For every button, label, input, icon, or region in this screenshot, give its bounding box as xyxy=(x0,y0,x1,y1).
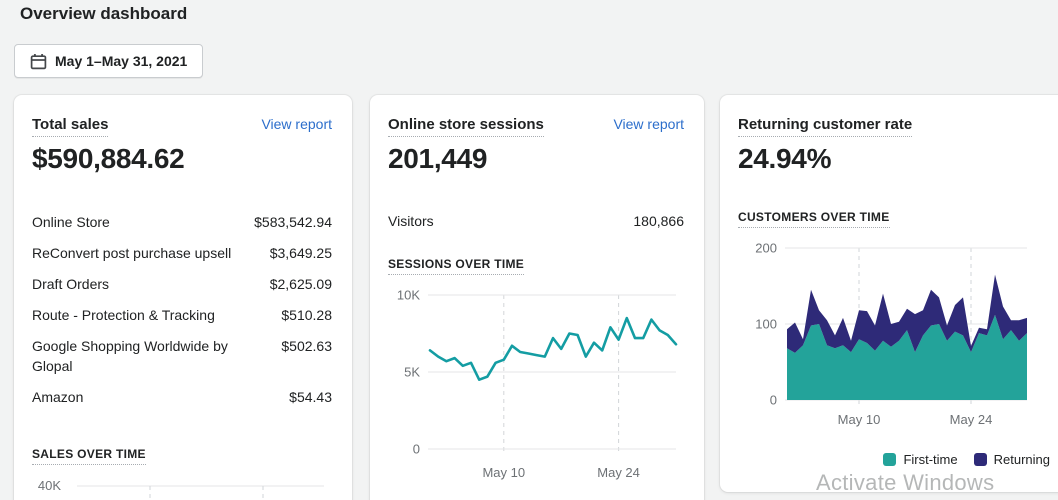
overview-dashboard-screen: Overview dashboard May 1–May 31, 2021 To… xyxy=(0,0,1058,500)
card-header: Total sales View report xyxy=(32,116,332,137)
sales-channel-row: Draft Orders $2,625.09 xyxy=(32,274,332,294)
online-store-sessions-card: Online store sessions View report 201,44… xyxy=(370,95,704,500)
legend-item-first-time: First-time xyxy=(883,452,958,467)
row-value: $3,649.25 xyxy=(269,245,332,261)
total-sales-card: Total sales View report $590,884.62 Onli… xyxy=(14,95,352,500)
total-sales-value: $590,884.62 xyxy=(32,143,185,174)
chart-legend: First-time Returning xyxy=(883,452,1050,467)
calendar-icon xyxy=(30,53,47,70)
svg-text:10K: 10K xyxy=(397,288,420,303)
online-store-sessions-value: 201,449 xyxy=(388,143,488,174)
svg-text:May 10: May 10 xyxy=(482,465,525,480)
row-value: 180,866 xyxy=(633,213,684,229)
online-store-sessions-title[interactable]: Online store sessions xyxy=(388,116,544,137)
row-label: Route - Protection & Tracking xyxy=(32,307,215,323)
sessions-view-report-link[interactable]: View report xyxy=(613,116,684,132)
total-sales-view-report-link[interactable]: View report xyxy=(261,116,332,132)
sales-channel-row: ReConvert post purchase upsell $3,649.25 xyxy=(32,243,332,263)
page-title: Overview dashboard xyxy=(20,4,188,23)
row-label: Visitors xyxy=(388,213,434,229)
svg-text:May 24: May 24 xyxy=(597,465,640,480)
row-value: $583,542.94 xyxy=(254,214,332,230)
svg-text:100: 100 xyxy=(755,317,777,332)
legend-item-returning: Returning xyxy=(973,452,1050,467)
svg-text:May 10: May 10 xyxy=(838,412,881,427)
sales-channel-row: Online Store $583,542.94 xyxy=(32,212,332,232)
row-label: Google Shopping Worldwide by Glopal xyxy=(32,338,228,374)
sessions-stats-list: Visitors 180,866 xyxy=(388,211,684,242)
row-label: Amazon xyxy=(32,389,84,405)
svg-text:0: 0 xyxy=(770,393,777,408)
activate-windows-watermark: Activate Windows xyxy=(816,470,995,495)
returning-customer-rate-card: Returning customer rate 24.94% CUSTOMERS… xyxy=(720,95,1058,492)
returning-customer-rate-value: 24.94% xyxy=(738,143,832,174)
visitors-row: Visitors 180,866 xyxy=(388,211,684,231)
row-value: $54.43 xyxy=(289,389,332,405)
legend-label: Returning xyxy=(993,452,1050,467)
card-header: Online store sessions View report xyxy=(388,116,684,137)
sales-channel-row: Route - Protection & Tracking $510.28 xyxy=(32,305,332,325)
legend-label: First-time xyxy=(903,452,958,467)
sales-channel-row: Google Shopping Worldwide by Glopal $502.… xyxy=(32,336,332,376)
customers-over-time-chart[interactable]: May 10 May 24 0 100 200 xyxy=(734,238,1044,434)
date-range-label: May 1–May 31, 2021 xyxy=(55,53,188,69)
sales-over-time-header[interactable]: SALES OVER TIME xyxy=(32,447,146,465)
sessions-over-time-chart[interactable]: May 10 May 24 0 5K 10K xyxy=(384,280,690,485)
customers-over-time-header[interactable]: CUSTOMERS OVER TIME xyxy=(738,210,890,228)
total-sales-title[interactable]: Total sales xyxy=(32,116,109,137)
sales-breakdown-list: Online Store $583,542.94 ReConvert post pu… xyxy=(32,212,332,418)
row-value: $502.63 xyxy=(281,338,332,354)
svg-text:May 24: May 24 xyxy=(950,412,993,427)
returning-customer-rate-title[interactable]: Returning customer rate xyxy=(738,116,913,137)
sales-channel-row: Amazon $54.43 xyxy=(32,387,332,407)
row-value: $510.28 xyxy=(281,307,332,323)
svg-text:0: 0 xyxy=(413,442,420,457)
card-header: Returning customer rate xyxy=(738,116,1058,137)
legend-swatch xyxy=(973,453,987,466)
row-value: $2,625.09 xyxy=(269,276,332,292)
sessions-over-time-header[interactable]: SESSIONS OVER TIME xyxy=(388,257,525,275)
svg-text:5K: 5K xyxy=(404,365,420,380)
date-range-button[interactable]: May 1–May 31, 2021 xyxy=(14,44,204,78)
row-label: ReConvert post purchase upsell xyxy=(32,245,232,261)
svg-text:40K: 40K xyxy=(38,478,61,493)
legend-swatch xyxy=(883,453,897,466)
row-label: Online Store xyxy=(32,214,110,230)
row-label: Draft Orders xyxy=(32,276,110,292)
sales-over-time-chart[interactable]: 40K xyxy=(28,469,350,500)
svg-text:200: 200 xyxy=(755,241,777,256)
